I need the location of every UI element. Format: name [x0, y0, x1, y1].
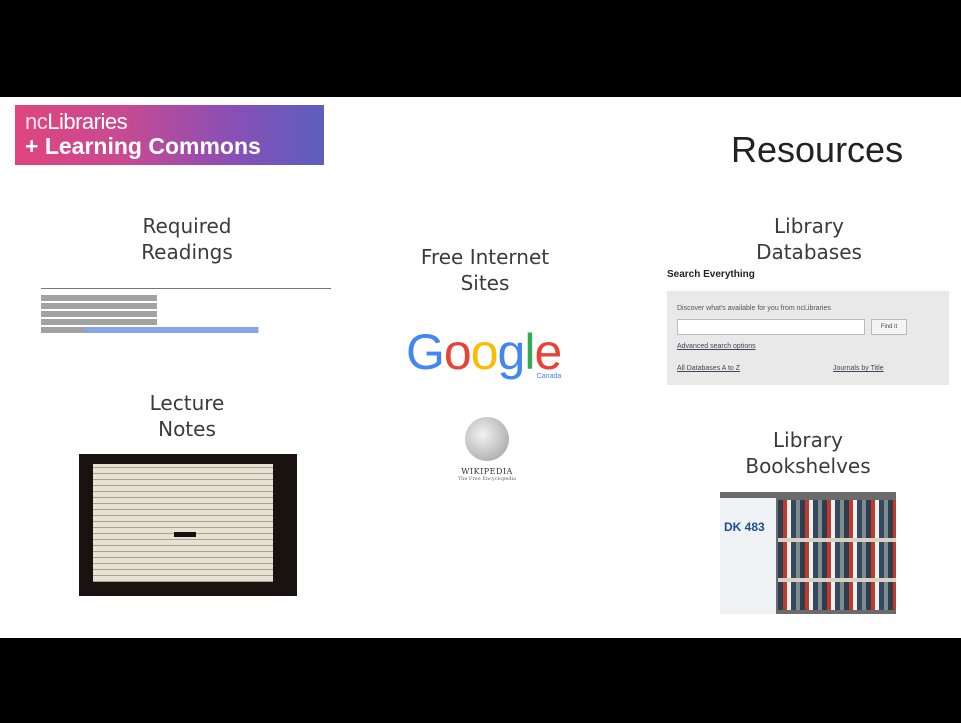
journals-by-title-link: Journals by Title	[833, 365, 884, 372]
bottom-letterbox-bar	[0, 638, 961, 723]
google-letter: o	[470, 324, 499, 380]
google-letter: l	[524, 324, 535, 380]
handwritten-notes-image	[79, 454, 297, 596]
heading-line: Bookshelves	[745, 454, 871, 478]
google-letter: o	[443, 324, 472, 380]
heading-lecture-notes: Lecture Notes	[107, 390, 267, 442]
search-description: Discover what's available for you from n…	[677, 305, 831, 312]
heading-line: Library	[773, 428, 843, 452]
heading-line: Free Internet	[420, 245, 550, 269]
shelf-board	[778, 578, 896, 582]
all-databases-link: All Databases A to Z	[677, 365, 741, 372]
heading-line: Sites	[460, 271, 510, 295]
shelf-board	[778, 538, 896, 542]
wikipedia-name: WIKIPEDIA	[461, 467, 513, 476]
heading-line: Library	[774, 214, 844, 238]
heading-library-bookshelves: Library Bookshelves	[723, 427, 893, 479]
google-logo: Google Canada	[406, 323, 562, 381]
heading-line: Lecture	[149, 391, 225, 415]
heading-line: Readings	[141, 240, 233, 264]
wikipedia-globe-icon	[465, 417, 509, 461]
google-letter: e	[534, 324, 562, 380]
find-it-button: Find it	[871, 319, 907, 335]
slide: ncLibraries + Learning Commons Resources…	[7, 97, 961, 638]
wikipedia-logo: WIKIPEDIA The Free Encyclopedia	[452, 417, 522, 487]
database-search-screenshot: Search Everything Discover what's availa…	[667, 269, 951, 389]
call-number-label: DK 483	[724, 520, 765, 534]
heading-library-databases: Library Databases	[729, 213, 889, 265]
logo-prefix: nc	[25, 109, 48, 134]
search-input	[677, 319, 865, 335]
google-letter: g	[497, 324, 526, 380]
slide-title: Resources	[731, 129, 904, 170]
call-number-sign	[720, 498, 776, 614]
heading-line: Databases	[756, 240, 862, 264]
shelf-books	[778, 500, 896, 610]
advanced-search-link: Advanced search options	[677, 343, 756, 350]
nclibraries-logo: ncLibraries + Learning Commons	[15, 105, 324, 165]
google-letter: G	[406, 324, 445, 380]
heading-line: Notes	[158, 417, 216, 441]
heading-required-readings: Required Readings	[107, 213, 267, 265]
search-panel: Discover what's available for you from n…	[667, 291, 949, 385]
logo-line-2: + Learning Commons	[25, 133, 261, 159]
google-region-label: Canada	[536, 373, 562, 380]
search-everything-label: Search Everything	[667, 269, 755, 280]
top-letterbox-bar	[0, 0, 961, 97]
heading-line: Required	[142, 214, 232, 238]
course-outline-excerpt	[41, 288, 331, 348]
bookshelves-photo: DK 483	[720, 492, 896, 614]
heading-free-internet-sites: Free Internet Sites	[400, 244, 570, 296]
wikipedia-tagline: The Free Encyclopedia	[457, 476, 517, 482]
logo-line-1: Libraries	[47, 109, 128, 134]
